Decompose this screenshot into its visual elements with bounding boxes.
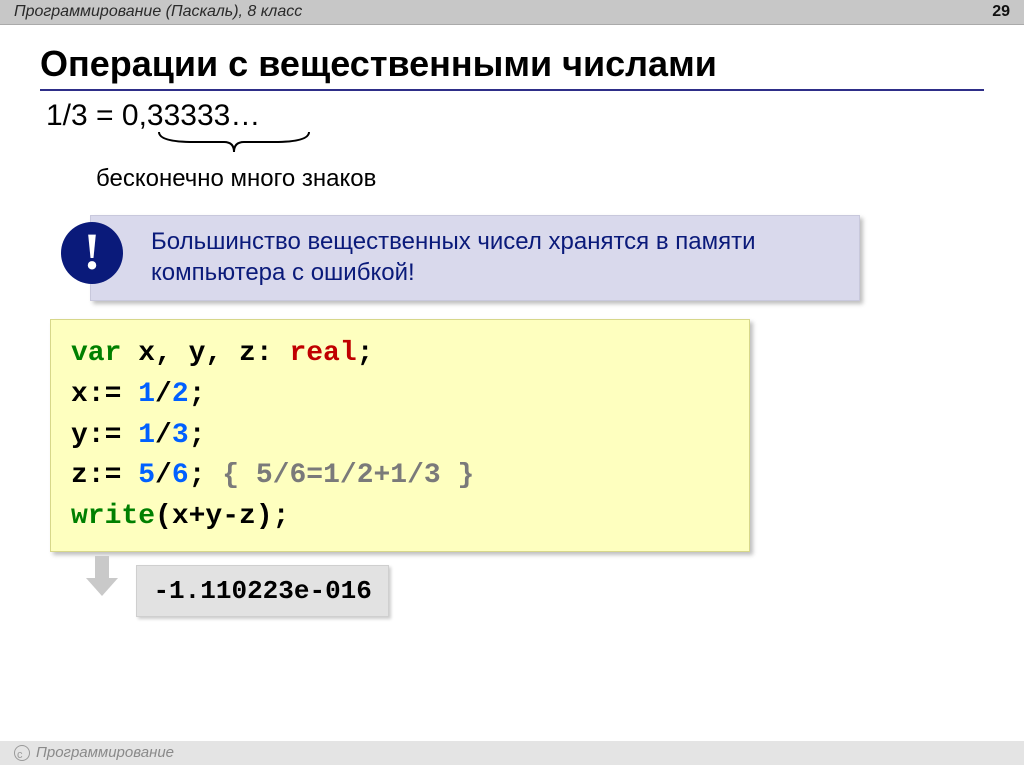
code-line-5: write(x+y-z);	[71, 497, 729, 538]
title-rule	[40, 89, 984, 91]
footer-text: Программирование	[36, 741, 174, 765]
keyword-var: var	[71, 338, 121, 369]
code-line-2: x:= 1/2;	[71, 375, 729, 416]
footer-bar: Программирование	[0, 741, 1024, 765]
code-line-1: var x, y, z: real;	[71, 334, 729, 375]
page-title: Операции с вещественными числами	[40, 43, 984, 85]
arrow-down-icon	[82, 556, 122, 598]
exclamation-badge: !	[61, 222, 123, 284]
brace-icon	[154, 127, 314, 157]
callout-box: ! Большинство вещественных чисел хранятс…	[90, 215, 860, 301]
breadcrumb: Программирование (Паскаль), 8 класс	[14, 0, 302, 24]
code-comment: { 5/6=1/2+1/3 }	[222, 460, 474, 491]
copyright-icon	[14, 745, 30, 761]
code-line-4: z:= 5/6; { 5/6=1/2+1/3 }	[71, 456, 729, 497]
code-box: var x, y, z: real; x:= 1/2; y:= 1/3; z:=…	[50, 319, 750, 552]
keyword-write: write	[71, 501, 155, 532]
page-number: 29	[992, 0, 1010, 24]
keyword-real: real	[289, 338, 356, 369]
header-bar: Программирование (Паскаль), 8 класс 29	[0, 0, 1024, 25]
brace-caption: бесконечно много знаков	[96, 165, 376, 193]
callout-text: Большинство вещественных чисел хранятся …	[151, 228, 756, 286]
code-line-3: y:= 1/3;	[71, 416, 729, 457]
output-box: -1.110223e-016	[136, 565, 388, 617]
